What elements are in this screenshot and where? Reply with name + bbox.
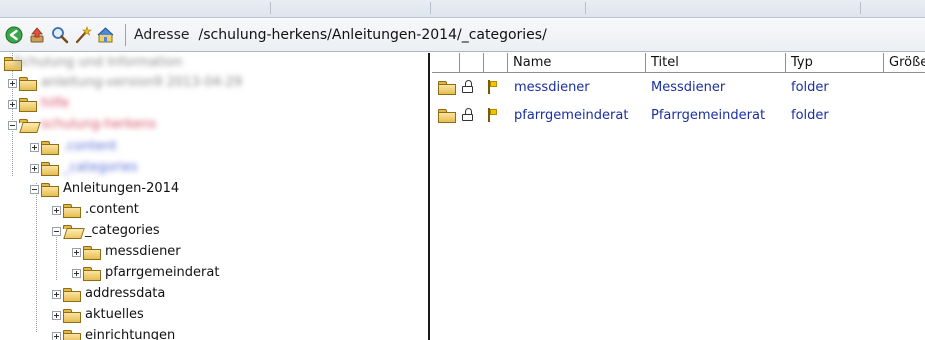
tree-item-label: _categories bbox=[63, 160, 138, 175]
lock-icon[interactable] bbox=[462, 108, 473, 122]
flag-icon[interactable] bbox=[487, 108, 497, 122]
file-name[interactable]: pfarrgemeinderat bbox=[514, 105, 628, 127]
folder-icon bbox=[19, 76, 37, 91]
folder-open-icon bbox=[63, 224, 81, 238]
folder-icon bbox=[41, 140, 59, 155]
tree-item-label: anleitung-version9 2013-04-29 bbox=[41, 75, 243, 90]
file-type: folder bbox=[791, 108, 829, 123]
tree-item-label: Anleitungen-2014 bbox=[63, 181, 180, 196]
folder-open-icon bbox=[19, 118, 37, 132]
column-header-flag[interactable] bbox=[484, 53, 508, 73]
tree-item[interactable]: _categories bbox=[30, 158, 138, 178]
file-type: folder bbox=[791, 80, 829, 95]
column-header-type[interactable]: Typ bbox=[786, 53, 884, 73]
upload-icon[interactable] bbox=[28, 26, 46, 44]
toolbar-separator bbox=[125, 24, 126, 46]
home-up-icon[interactable] bbox=[97, 26, 115, 44]
back-icon[interactable] bbox=[5, 26, 23, 44]
magic-wand-icon[interactable] bbox=[74, 26, 92, 44]
folder-icon bbox=[63, 308, 81, 323]
collapse-icon[interactable] bbox=[8, 120, 17, 130]
folder-icon bbox=[63, 329, 81, 340]
tree-item-messdiener[interactable]: messdiener bbox=[72, 242, 181, 262]
column-header-size[interactable]: Größe bbox=[884, 53, 925, 73]
tree-item-label: hilfe bbox=[41, 96, 70, 111]
folder-icon-cell bbox=[436, 81, 456, 95]
tree-item-aktuelles[interactable]: aktuelles bbox=[52, 305, 144, 325]
search-icon[interactable] bbox=[51, 26, 69, 44]
expand-icon[interactable] bbox=[30, 163, 39, 173]
expand-icon[interactable] bbox=[72, 247, 81, 257]
strip-divider bbox=[270, 2, 271, 14]
tree-item-label: schulung-herkens bbox=[41, 117, 157, 132]
file-list-panel: Name Titel Typ Größe messdiener Messdien… bbox=[432, 53, 925, 340]
file-row-messdiener[interactable]: messdiener Messdiener folder bbox=[432, 77, 925, 99]
address-label: Adresse bbox=[134, 27, 190, 43]
collapse-icon[interactable] bbox=[52, 226, 61, 236]
folder-icon bbox=[19, 97, 37, 112]
strip-divider bbox=[585, 2, 586, 14]
tree-item[interactable]: hilfe bbox=[8, 94, 69, 114]
tree-item-label: aktuelles bbox=[85, 307, 144, 322]
flag-icon[interactable] bbox=[487, 80, 497, 94]
tree-item[interactable]: Schulung und Information bbox=[2, 53, 182, 73]
file-row-pfarrgemeinderat[interactable]: pfarrgemeinderat Pfarrgemeinderat folder bbox=[432, 105, 925, 127]
tree-item-einrichtungen[interactable]: einrichtungen bbox=[52, 326, 175, 340]
folder-icon bbox=[63, 287, 81, 302]
tree-item[interactable]: schulung-herkens bbox=[8, 115, 156, 135]
lock-icon[interactable] bbox=[462, 80, 473, 94]
tree-item-label: _categories bbox=[85, 223, 160, 238]
folder-tree-panel: Schulung und Information anleitung-versi… bbox=[0, 53, 430, 340]
expand-icon[interactable] bbox=[52, 310, 61, 320]
expand-icon[interactable] bbox=[30, 142, 39, 152]
tree-item-label: .content bbox=[63, 139, 117, 154]
folder-icon bbox=[438, 109, 456, 123]
tree-item-label: addressdata bbox=[85, 286, 166, 301]
tree-item-label: messdiener bbox=[105, 244, 181, 259]
toolbar: Adresse /schulung-herkens/Anleitungen-20… bbox=[0, 19, 925, 52]
tree-item-addressdata[interactable]: addressdata bbox=[52, 284, 165, 304]
tree-item-label: pfarrgemeinderat bbox=[105, 265, 220, 280]
expand-icon[interactable] bbox=[52, 205, 61, 215]
tree-item-anleitungen-2014[interactable]: Anleitungen-2014 bbox=[30, 179, 179, 199]
collapse-icon[interactable] bbox=[30, 184, 39, 194]
expand-icon[interactable] bbox=[52, 289, 61, 299]
tree-item-content[interactable]: .content bbox=[52, 200, 139, 220]
folder-icon bbox=[41, 182, 59, 197]
expand-icon[interactable] bbox=[52, 331, 61, 340]
tree-item-label: .content bbox=[85, 202, 139, 217]
tree-item-label: Schulung und Information bbox=[14, 55, 183, 70]
tree-item[interactable]: anleitung-version9 2013-04-29 bbox=[8, 73, 242, 93]
expand-icon[interactable] bbox=[72, 268, 81, 278]
tree-item-label: einrichtungen bbox=[85, 328, 176, 340]
file-title: Pfarrgemeinderat bbox=[651, 108, 766, 123]
folder-icon bbox=[41, 161, 59, 176]
strip-divider bbox=[430, 2, 431, 14]
list-header: Name Titel Typ Größe bbox=[432, 53, 925, 73]
address-field[interactable]: /schulung-herkens/Anleitungen-2014/_cate… bbox=[195, 23, 795, 47]
strip-divider bbox=[860, 2, 861, 14]
column-header-name[interactable]: Name bbox=[508, 53, 646, 73]
root-icon bbox=[4, 56, 22, 71]
column-header-icon[interactable] bbox=[432, 53, 460, 73]
file-title: Messdiener bbox=[651, 80, 726, 95]
file-name[interactable]: messdiener bbox=[514, 77, 590, 99]
folder-icon bbox=[63, 203, 81, 218]
column-header-title[interactable]: Titel bbox=[646, 53, 786, 73]
window-top-strip bbox=[0, 0, 925, 18]
column-header-lock[interactable] bbox=[460, 53, 484, 73]
folder-icon bbox=[438, 81, 456, 95]
expand-icon[interactable] bbox=[8, 78, 17, 88]
folder-icon-cell bbox=[436, 109, 456, 123]
tree-connector bbox=[36, 183, 37, 333]
folder-icon bbox=[83, 266, 101, 281]
folder-icon bbox=[83, 245, 101, 260]
expand-icon[interactable] bbox=[8, 99, 17, 109]
tree-item[interactable]: .content bbox=[30, 137, 117, 157]
tree-item-pfarrgemeinderat[interactable]: pfarrgemeinderat bbox=[72, 263, 219, 283]
tree-item-categories[interactable]: _categories bbox=[52, 221, 160, 241]
